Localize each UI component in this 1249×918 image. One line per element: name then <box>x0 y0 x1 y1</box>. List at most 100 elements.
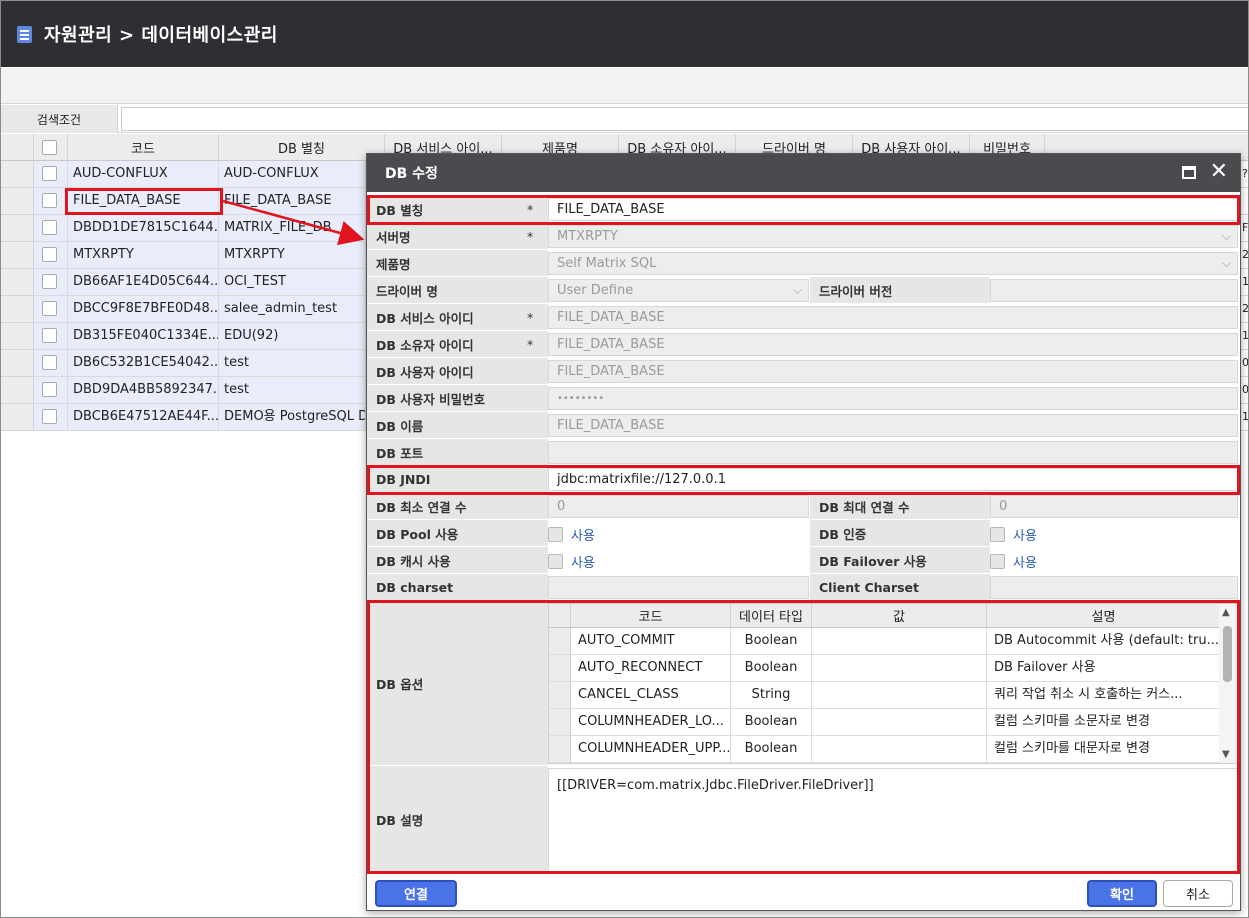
user-password-input[interactable]: •••••••• <box>548 387 1238 410</box>
row-checkbox[interactable] <box>42 166 57 181</box>
server-select[interactable]: MTXRPTY ⌵ <box>548 225 1238 248</box>
db-jndi-input[interactable]: jdbc:matrixfile://127.0.0.1 <box>548 468 1238 491</box>
row-checkbox-cell[interactable] <box>34 242 68 269</box>
row-checkbox-cell[interactable] <box>34 323 68 350</box>
scroll-up-icon[interactable]: ▲ <box>1222 607 1230 618</box>
ok-button[interactable]: 확인 <box>1087 880 1157 907</box>
scroll-down-icon[interactable]: ▼ <box>1222 749 1230 760</box>
option-description[interactable]: 컬럼 스키마를 대문자로 변경 <box>987 736 1221 763</box>
option-description[interactable]: DB Failover 사용 <box>987 655 1221 682</box>
service-id-input[interactable]: FILE_DATA_BASE <box>548 306 1238 329</box>
search-input[interactable] <box>121 107 1248 131</box>
row-checkbox-cell[interactable] <box>34 269 68 296</box>
option-code[interactable]: COLUMNHEADER_LO... <box>571 709 731 736</box>
min-conn-input[interactable]: 0 <box>548 495 809 518</box>
table-cell-code[interactable]: AUD-CONFLUX <box>68 161 219 188</box>
table-cell-code[interactable]: MTXRPTY <box>68 242 219 269</box>
auth-checkbox[interactable]: 사용 <box>990 525 1037 544</box>
table-cell-alias[interactable]: FILE_DATA_BASE <box>219 188 366 215</box>
max-conn-input[interactable]: 0 <box>990 495 1238 518</box>
table-cell-code[interactable]: DB315FE040C1334E... <box>68 323 219 350</box>
row-checkbox[interactable] <box>42 247 57 262</box>
table-cell-alias[interactable]: test <box>219 350 366 377</box>
row-checkbox[interactable] <box>42 220 57 235</box>
option-value[interactable] <box>812 709 987 736</box>
row-checkbox[interactable] <box>42 301 57 316</box>
options-header-value[interactable]: 값 <box>812 604 987 628</box>
table-cell-alias[interactable]: EDU(92) <box>219 323 366 350</box>
row-checkbox[interactable] <box>42 409 57 424</box>
options-scrollbar[interactable]: ▲ ▼ <box>1219 604 1237 763</box>
row-checkbox-cell[interactable] <box>34 377 68 404</box>
checkbox-box[interactable] <box>548 554 563 569</box>
table-cell-code[interactable]: FILE_DATA_BASE <box>68 188 219 215</box>
option-description[interactable]: 컬럼 스키마를 소문자로 변경 <box>987 709 1221 736</box>
row-checkbox-cell[interactable] <box>34 188 68 215</box>
db-name-input[interactable]: FILE_DATA_BASE <box>548 414 1238 437</box>
db-port-input[interactable] <box>548 441 1238 464</box>
table-cell-alias[interactable]: MTXRPTY <box>219 242 366 269</box>
checkbox-box[interactable] <box>990 527 1005 542</box>
failover-checkbox[interactable]: 사용 <box>990 552 1037 571</box>
product-select[interactable]: Self Matrix SQL ⌵ <box>548 252 1238 275</box>
table-cell-alias[interactable]: DEMO용 PostgreSQL D <box>219 404 366 431</box>
checkbox-box[interactable] <box>990 554 1005 569</box>
cache-checkbox[interactable]: 사용 <box>548 552 595 571</box>
option-value[interactable] <box>812 655 987 682</box>
close-icon[interactable]: ✕ <box>1210 160 1228 184</box>
table-cell-alias[interactable]: salee_admin_test <box>219 296 366 323</box>
row-checkbox[interactable] <box>42 328 57 343</box>
option-type[interactable]: Boolean <box>731 736 812 763</box>
table-cell-alias[interactable]: test <box>219 377 366 404</box>
option-code[interactable]: CANCEL_CLASS <box>571 682 731 709</box>
row-checkbox[interactable] <box>42 274 57 289</box>
row-checkbox-cell[interactable] <box>34 404 68 431</box>
table-cell-alias[interactable]: OCI_TEST <box>219 269 366 296</box>
pool-checkbox[interactable]: 사용 <box>548 525 595 544</box>
table-cell-code[interactable]: DBCC9F8E7BFE0D48... <box>68 296 219 323</box>
table-cell-code[interactable]: DB66AF1E4D05C644... <box>68 269 219 296</box>
row-checkbox[interactable] <box>42 355 57 370</box>
maximize-icon[interactable] <box>1182 166 1196 179</box>
option-type[interactable]: String <box>731 682 812 709</box>
option-code[interactable]: COLUMNHEADER_UPP... <box>571 736 731 763</box>
option-type[interactable]: Boolean <box>731 709 812 736</box>
driver-name-select[interactable]: User Define ⌵ <box>548 279 809 302</box>
row-checkbox-cell[interactable] <box>34 215 68 242</box>
owner-id-input[interactable]: FILE_DATA_BASE <box>548 333 1238 356</box>
table-cell-alias[interactable]: MATRIX_FILE_DB <box>219 215 366 242</box>
table-cell-alias[interactable]: AUD-CONFLUX <box>219 161 366 188</box>
checkbox-box[interactable] <box>548 527 563 542</box>
row-checkbox-cell[interactable] <box>34 296 68 323</box>
table-cell-code[interactable]: DBCB6E47512AE44F... <box>68 404 219 431</box>
option-code[interactable]: AUTO_COMMIT <box>571 628 731 655</box>
option-type[interactable]: Boolean <box>731 628 812 655</box>
options-header-type[interactable]: 데이터 타입 <box>731 604 812 628</box>
option-value[interactable] <box>812 736 987 763</box>
driver-version-input[interactable] <box>990 279 1238 302</box>
option-description[interactable]: 쿼리 작업 취소 시 호출하는 커스... <box>987 682 1221 709</box>
select-all-checkbox[interactable] <box>42 140 57 155</box>
row-checkbox-cell[interactable] <box>34 350 68 377</box>
option-description[interactable]: DB Autocommit 사용 (default: tru... <box>987 628 1221 655</box>
table-cell-code[interactable]: DBD9DA4BB5892347... <box>68 377 219 404</box>
options-header-code[interactable]: 코드 <box>571 604 731 628</box>
row-checkbox-cell[interactable] <box>34 161 68 188</box>
client-charset-input[interactable] <box>990 576 1238 599</box>
scroll-thumb[interactable] <box>1223 626 1232 682</box>
column-header-code[interactable]: 코드 <box>68 134 219 161</box>
option-value[interactable] <box>812 682 987 709</box>
option-type[interactable]: Boolean <box>731 655 812 682</box>
option-code[interactable]: AUTO_RECONNECT <box>571 655 731 682</box>
row-checkbox[interactable] <box>42 193 57 208</box>
db-description-textarea[interactable]: [[DRIVER=com.matrix.Jdbc.FileDriver.File… <box>548 768 1238 872</box>
connect-button[interactable]: 연결 <box>375 880 457 907</box>
user-id-input[interactable]: FILE_DATA_BASE <box>548 360 1238 383</box>
header-checkbox-cell[interactable] <box>34 134 68 161</box>
db-alias-input[interactable]: FILE_DATA_BASE <box>548 198 1238 221</box>
cancel-button[interactable]: 취소 <box>1163 880 1233 907</box>
table-cell-code[interactable]: DB6C532B1CE54042... <box>68 350 219 377</box>
column-header-alias[interactable]: DB 별칭 <box>219 134 385 161</box>
row-checkbox[interactable] <box>42 382 57 397</box>
table-cell-code[interactable]: DBDD1DE7815C1644... <box>68 215 219 242</box>
